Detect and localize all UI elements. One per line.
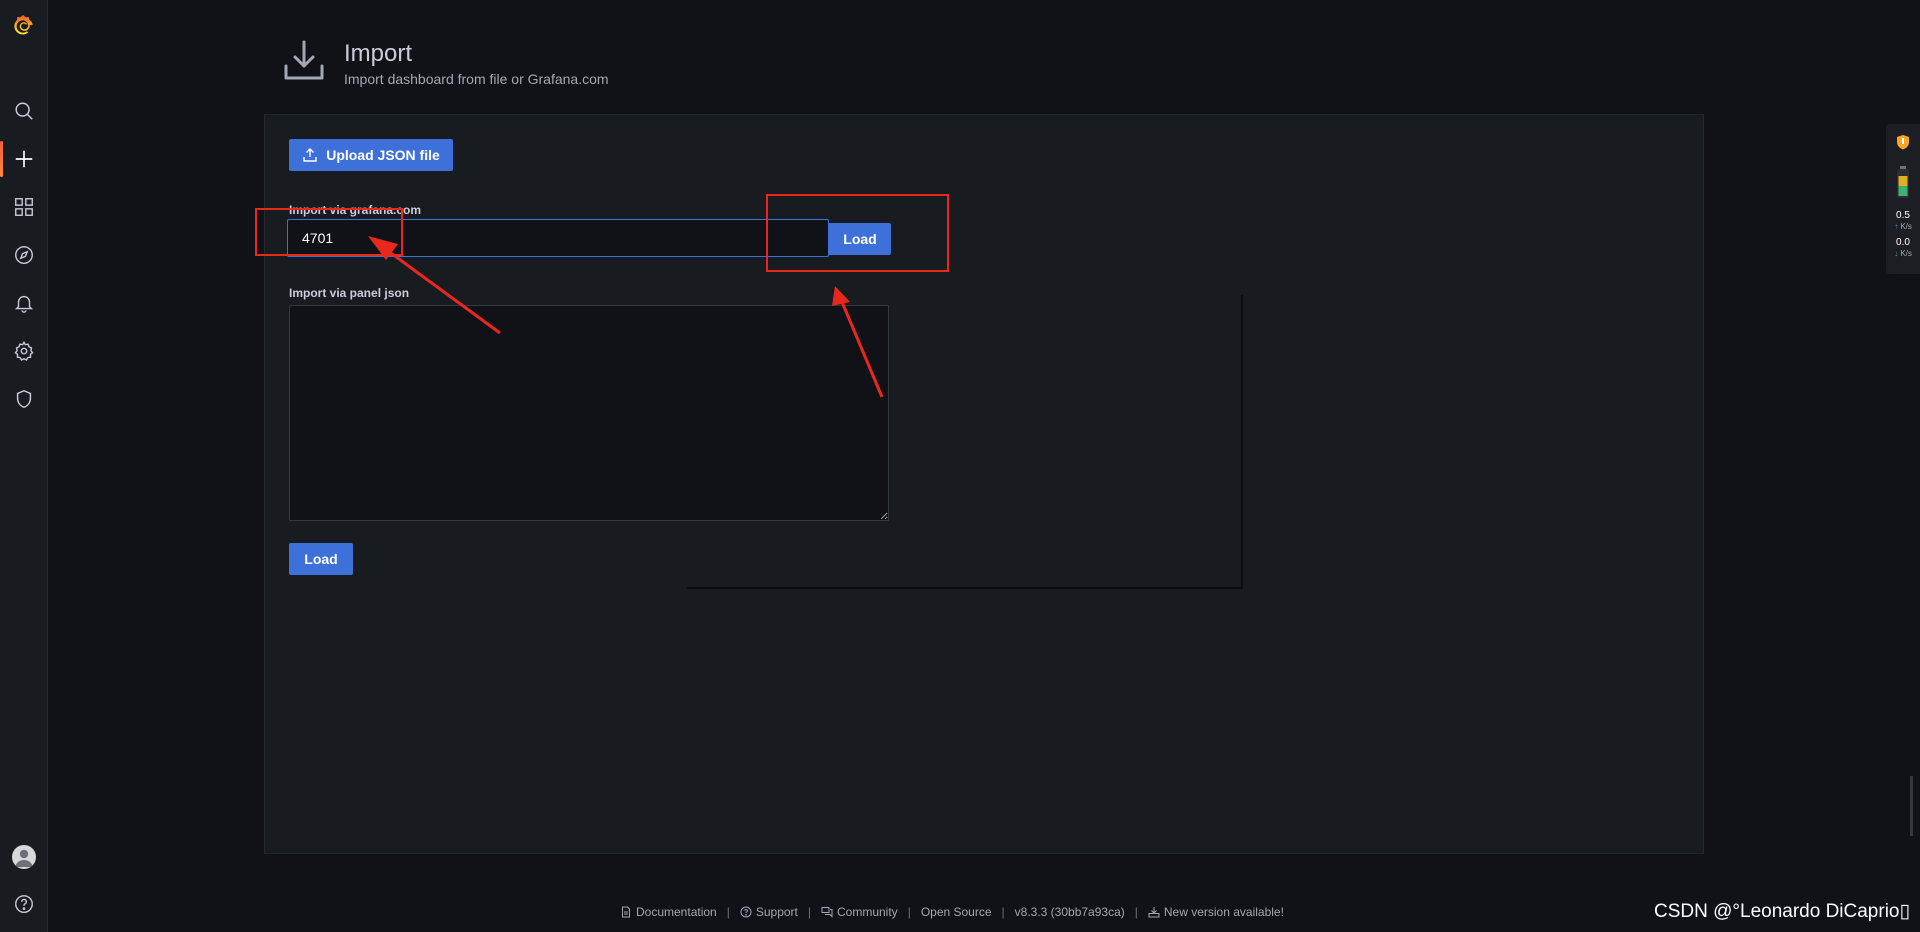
upload-speed-unit: ↑ K/s [1894, 222, 1912, 231]
footer-separator: | [907, 905, 911, 919]
watermark-text: CSDN @°Leonardo DiCaprio▯ [1654, 901, 1910, 922]
compass-icon [15, 246, 33, 264]
footer-documentation-link[interactable]: Documentation [620, 905, 717, 919]
sidebar-item-explore[interactable] [0, 233, 48, 277]
bell-icon [15, 295, 33, 313]
download-alt-icon [1148, 907, 1160, 918]
search-icon [15, 102, 33, 120]
sidebar-item-create[interactable] [0, 137, 48, 181]
panel-json-label: Import via panel json [289, 286, 410, 300]
page-subtitle: Import dashboard from file or Grafana.co… [344, 71, 609, 87]
cog-icon [14, 340, 34, 361]
plus-icon [15, 150, 33, 168]
sidebar-item-help[interactable] [0, 882, 48, 926]
document-icon [622, 906, 630, 918]
sidebar-item-alerting[interactable] [0, 281, 48, 325]
footer: Documentation | Support | Community | Op… [620, 902, 1284, 922]
comments-icon [821, 907, 833, 918]
panel-json-load-button[interactable]: Load [289, 543, 353, 575]
user-avatar[interactable] [12, 845, 36, 869]
upload-json-button[interactable]: Upload JSON file [289, 139, 453, 171]
sidebar-item-search[interactable] [0, 89, 48, 133]
apps-icon [15, 198, 33, 216]
footer-new-version-link[interactable]: New version available! [1148, 905, 1284, 919]
network-speed-widget: 0.5 ↑ K/s 0.0 ↓ K/s [1886, 124, 1920, 274]
shield-badge-icon [1897, 135, 1909, 150]
footer-open-source-link[interactable]: Open Source [921, 905, 992, 919]
arrow-up-icon: ↑ [1894, 222, 1899, 231]
question-circle-icon [740, 906, 752, 918]
page-title: Import [344, 40, 413, 67]
upload-json-label: Upload JSON file [326, 147, 440, 163]
grafana-com-load-button[interactable]: Load [829, 223, 891, 255]
battery-gauge-icon [1897, 166, 1909, 198]
footer-community-link[interactable]: Community [821, 905, 898, 919]
grafana-com-label: Import via grafana.com [289, 203, 422, 217]
grafana-com-input[interactable] [287, 219, 829, 257]
panel-json-textarea[interactable] [289, 305, 889, 521]
question-circle-icon [15, 895, 33, 913]
arrow-down-icon: ↓ [1894, 249, 1899, 258]
footer-separator: | [726, 905, 730, 919]
sidebar-item-server-admin[interactable] [0, 377, 48, 421]
shield-icon [16, 389, 32, 409]
footer-separator: | [1134, 905, 1138, 919]
grafana-logo-icon [14, 15, 33, 35]
footer-separator: | [1001, 905, 1005, 919]
upload-speed-value: 0.5 [1896, 210, 1910, 221]
footer-separator: | [807, 905, 811, 919]
footer-version: v8.3.3 (30bb7a93ca) [1014, 905, 1125, 919]
upload-icon [303, 148, 317, 162]
sidebar-item-dashboards[interactable] [0, 185, 48, 229]
import-panel: Upload JSON file Import via grafana.com … [264, 114, 1704, 854]
footer-support-link[interactable]: Support [740, 905, 798, 919]
sidebar-item-configuration[interactable] [0, 329, 48, 373]
download-speed-unit: ↓ K/s [1894, 249, 1912, 258]
download-speed-value: 0.0 [1896, 237, 1910, 248]
grafana-logo[interactable] [0, 4, 48, 48]
import-icon [284, 40, 324, 80]
user-icon [15, 849, 33, 867]
scrollbar-thumb[interactable] [1910, 776, 1913, 836]
sidebar [0, 0, 48, 932]
